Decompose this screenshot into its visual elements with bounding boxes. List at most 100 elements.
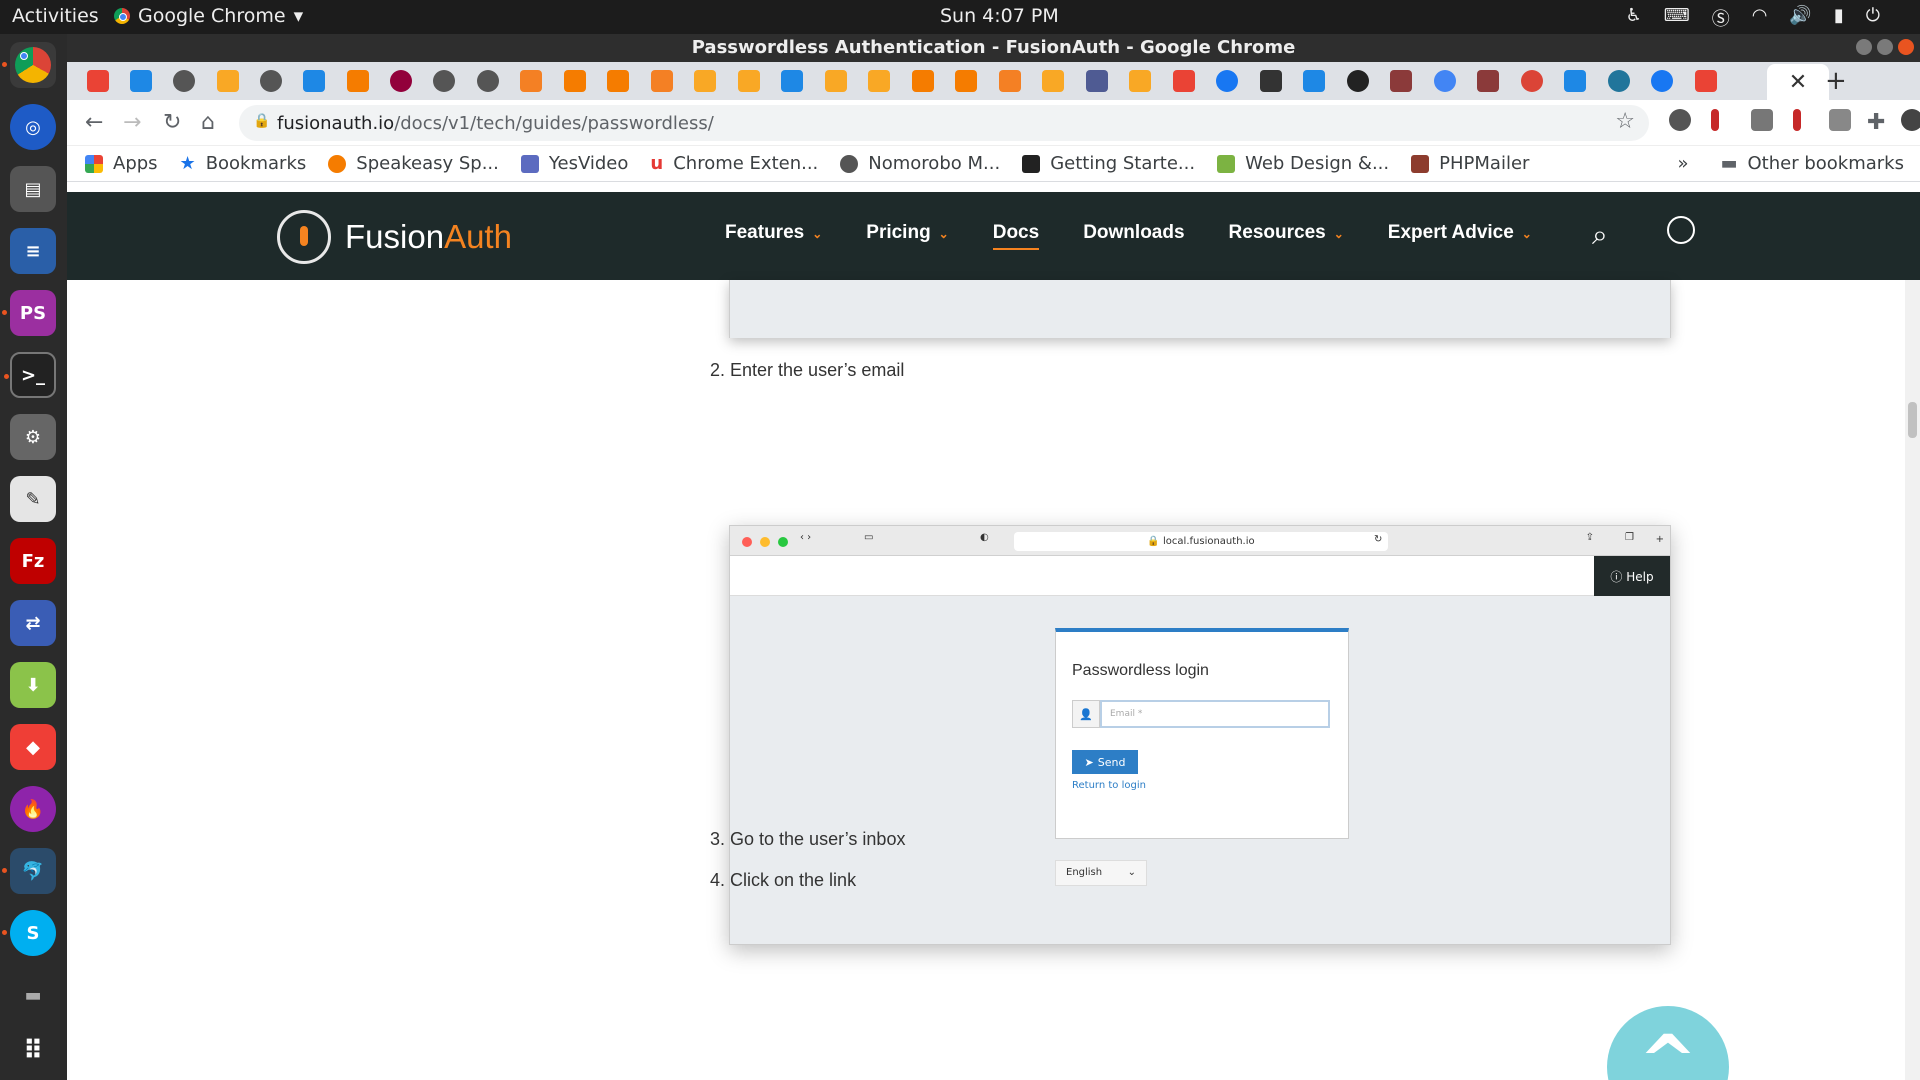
bookmark-speakeasy[interactable]: Speakeasy Sp... [328, 153, 499, 174]
extensions-puzzle-icon[interactable]: ✚ [1867, 110, 1885, 135]
tab-elementor[interactable] [390, 70, 412, 92]
phpstorm-dock-icon[interactable]: PS [2, 290, 56, 336]
search-icon[interactable]: ⌕ [1592, 218, 1608, 252]
filezilla-dock-icon[interactable]: Fz [10, 538, 56, 584]
scroll-to-top-button[interactable]: ^ [1607, 1006, 1729, 1080]
battery-icon[interactable]: ▮ [1834, 5, 1844, 31]
bookmark-apps[interactable]: Apps [85, 153, 158, 174]
bookmark-getting-started[interactable]: Getting Starte... [1022, 153, 1195, 174]
fusionauth-logo[interactable]: FusionAuth [277, 210, 512, 264]
forward-button[interactable]: → [123, 110, 141, 135]
extension-red-icon[interactable] [1793, 109, 1801, 131]
bookmark-nomorobo[interactable]: Nomorobo M... [840, 153, 1000, 174]
tab-php[interactable] [1086, 70, 1108, 92]
tab-box[interactable] [1042, 70, 1064, 92]
bookmark-phpmailer[interactable]: PHPMailer [1411, 153, 1529, 174]
home-button[interactable]: ⌂ [201, 110, 215, 135]
system-clock[interactable]: Sun 4:07 PM [940, 5, 1059, 27]
camera-extension-icon[interactable] [1751, 109, 1773, 131]
volume-icon[interactable]: 🔊 [1789, 5, 1811, 31]
scrollbar-thumb[interactable] [1908, 402, 1917, 438]
tab-cube[interactable] [955, 70, 977, 92]
bookmark-chrome-extensions[interactable]: u Chrome Exten... [650, 153, 818, 174]
trash-dock-icon[interactable]: ▬ [10, 972, 56, 1018]
tab-stackoverflow[interactable] [651, 70, 673, 92]
bookmark-star-icon[interactable]: ☆ [1615, 109, 1635, 134]
back-button[interactable]: ← [85, 110, 103, 135]
bookmark-bookmarks[interactable]: ★ Bookmarks [180, 153, 307, 174]
tab-facebook[interactable] [1651, 70, 1673, 92]
text-editor-dock-icon[interactable]: ✎ [10, 476, 56, 522]
maximize-button[interactable] [1877, 39, 1893, 55]
nav-docs[interactable]: Docs [992, 222, 1040, 250]
files-dock-icon[interactable]: ▤ [10, 166, 56, 212]
extension-gear-icon[interactable] [1669, 109, 1691, 131]
system-tray[interactable]: ♿ ⌨ Ⓢ ◠ 🔊 ▮ ⏻ [1626, 5, 1880, 31]
tab-google[interactable] [1434, 70, 1456, 92]
chrome-dock-icon[interactable] [2, 42, 56, 88]
eyedropper-extension-icon[interactable] [1829, 109, 1851, 131]
tab-bing[interactable] [130, 70, 152, 92]
tab-gmail[interactable] [1695, 70, 1717, 92]
user-account-icon[interactable] [1667, 216, 1695, 244]
close-window-button[interactable] [1898, 39, 1914, 55]
writer-dock-icon[interactable]: ≡ [10, 228, 56, 274]
show-apps-icon[interactable]: ⠿ [10, 1028, 56, 1074]
tab-cube[interactable] [564, 70, 586, 92]
tab-box[interactable] [868, 70, 890, 92]
address-bar[interactable]: 🔒 fusionauth.io/docs/v1/tech/guides/pass… [239, 105, 1649, 141]
extension-red-icon[interactable] [1711, 109, 1719, 131]
new-tab-button[interactable]: + [1825, 66, 1847, 96]
tab-ne[interactable] [1260, 70, 1282, 92]
app-menu[interactable]: Google Chrome ▾ [114, 5, 303, 27]
tab-box[interactable] [825, 70, 847, 92]
accessibility-icon[interactable]: ♿ [1626, 5, 1642, 31]
tab-globe[interactable] [477, 70, 499, 92]
nav-downloads[interactable]: Downloads [1083, 222, 1184, 250]
tab-cube[interactable] [347, 70, 369, 92]
tab-stackoverflow[interactable] [999, 70, 1021, 92]
tab-gmail[interactable] [1173, 70, 1195, 92]
terminal-dock-icon[interactable]: >_ [4, 352, 56, 398]
tab-box[interactable] [217, 70, 239, 92]
tab-mailchimp[interactable] [1347, 70, 1369, 92]
tab-todo[interactable] [1521, 70, 1543, 92]
bookmark-web-design[interactable]: Web Design &... [1217, 153, 1389, 174]
tab-wordpress[interactable] [1608, 70, 1630, 92]
tab-globe[interactable] [173, 70, 195, 92]
minimize-button[interactable] [1856, 39, 1872, 55]
activities-button[interactable]: Activities [12, 5, 99, 27]
wifi-icon[interactable]: ◠ [1752, 5, 1768, 31]
tab-cube[interactable] [607, 70, 629, 92]
tab-bing[interactable] [1564, 70, 1586, 92]
nav-features[interactable]: Features ⌄ [725, 222, 822, 250]
tab-bing[interactable] [303, 70, 325, 92]
tab-screenshot[interactable] [1390, 70, 1412, 92]
keyboard-icon[interactable]: ⌨ [1664, 5, 1690, 31]
tab-bing[interactable] [781, 70, 803, 92]
firefox-dock-icon[interactable]: 🔥 [10, 786, 56, 832]
bookmarks-overflow-button[interactable]: » [1677, 153, 1688, 174]
reload-button[interactable]: ↻ [163, 110, 181, 135]
other-bookmarks-folder[interactable]: ▬ Other bookmarks [1721, 153, 1905, 174]
tab-box[interactable] [694, 70, 716, 92]
mysql-workbench-dock-icon[interactable]: 🐬 [2, 848, 56, 894]
chromium-dock-icon[interactable]: ◎ [10, 104, 56, 150]
close-tab-icon[interactable]: ✕ [1789, 70, 1807, 95]
tab-facebook[interactable] [1216, 70, 1238, 92]
profile-avatar[interactable] [1901, 109, 1920, 131]
tab-box[interactable] [1129, 70, 1151, 92]
nav-resources[interactable]: Resources ⌄ [1229, 222, 1344, 250]
power-menu-icon[interactable]: ⏻ [1866, 5, 1880, 31]
lock-icon[interactable]: 🔒 [253, 113, 270, 129]
tab-active[interactable]: ✕ [1767, 64, 1829, 100]
settings-dock-icon[interactable]: ⚙ [10, 414, 56, 460]
anydesk-dock-icon[interactable]: ◆ [10, 724, 56, 770]
tab-globe[interactable] [433, 70, 455, 92]
tab-bing[interactable] [1303, 70, 1325, 92]
skype-tray-icon[interactable]: Ⓢ [1712, 5, 1730, 31]
tab-box[interactable] [738, 70, 760, 92]
tab-screenshot[interactable] [1477, 70, 1499, 92]
nav-pricing[interactable]: Pricing ⌄ [866, 222, 948, 250]
skype-dock-icon[interactable]: S [2, 910, 56, 956]
